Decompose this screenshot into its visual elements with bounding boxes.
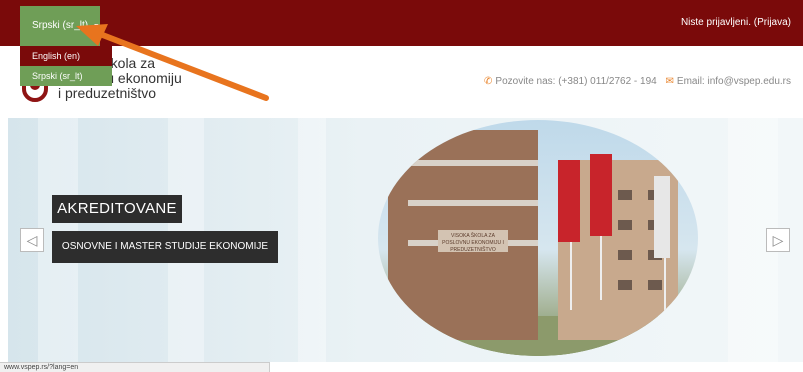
chevron-right-icon: ▷ — [772, 232, 784, 248]
hero-caption-subtitle: OSNOVNE I MASTER STUDIJE EKONOMIJE — [52, 231, 278, 263]
language-option-english[interactable]: English (en) — [20, 46, 112, 66]
top-bar: Srpski (sr_lt) ▼ Niste prijavljeni. (Pri… — [0, 0, 803, 46]
language-toggle-label: Srpski (sr_lt) — [32, 20, 89, 31]
caret-down-icon: ▼ — [92, 23, 100, 30]
language-option-serbian[interactable]: Srpski (sr_lt) — [20, 66, 112, 86]
school-name-line-3: i preduzetništvo — [58, 85, 157, 101]
building-sign: VISOKA ŠKOLA ZA POSLOVNU EKONOMIJU I PRE… — [438, 230, 508, 253]
hero-caption-title: AKREDITOVANE — [52, 195, 182, 223]
contact-info: ✆ Pozovite nas: (+381) 011/2762 - 194 ✉ Em… — [484, 76, 791, 87]
language-dropdown-toggle[interactable]: Srpski (sr_lt) ▼ — [20, 6, 100, 46]
envelope-icon: ✉ — [665, 76, 674, 87]
slider-next-button[interactable]: ▷ — [766, 228, 790, 252]
slider-prev-button[interactable]: ◁ — [20, 228, 44, 252]
chevron-left-icon: ◁ — [26, 232, 38, 248]
building-photo: VISOKA ŠKOLA ZA POSLOVNU EKONOMIJU I PRE… — [378, 120, 698, 356]
login-status: Niste prijavljeni. (Prijava) — [681, 0, 791, 46]
email-label[interactable]: Email: info@vspep.edu.rs — [677, 76, 791, 87]
language-menu: English (en) Srpski (sr_lt) — [20, 46, 112, 86]
login-status-text: Niste prijavljeni. — [680, 17, 751, 28]
phone-icon: ✆ — [484, 76, 493, 87]
login-link[interactable]: (Prijava) — [754, 17, 791, 28]
phone-label: Pozovite nas: (+381) 011/2762 - 194 — [495, 76, 657, 87]
status-bar-url: www.vspep.rs/?lang=en — [0, 362, 270, 372]
